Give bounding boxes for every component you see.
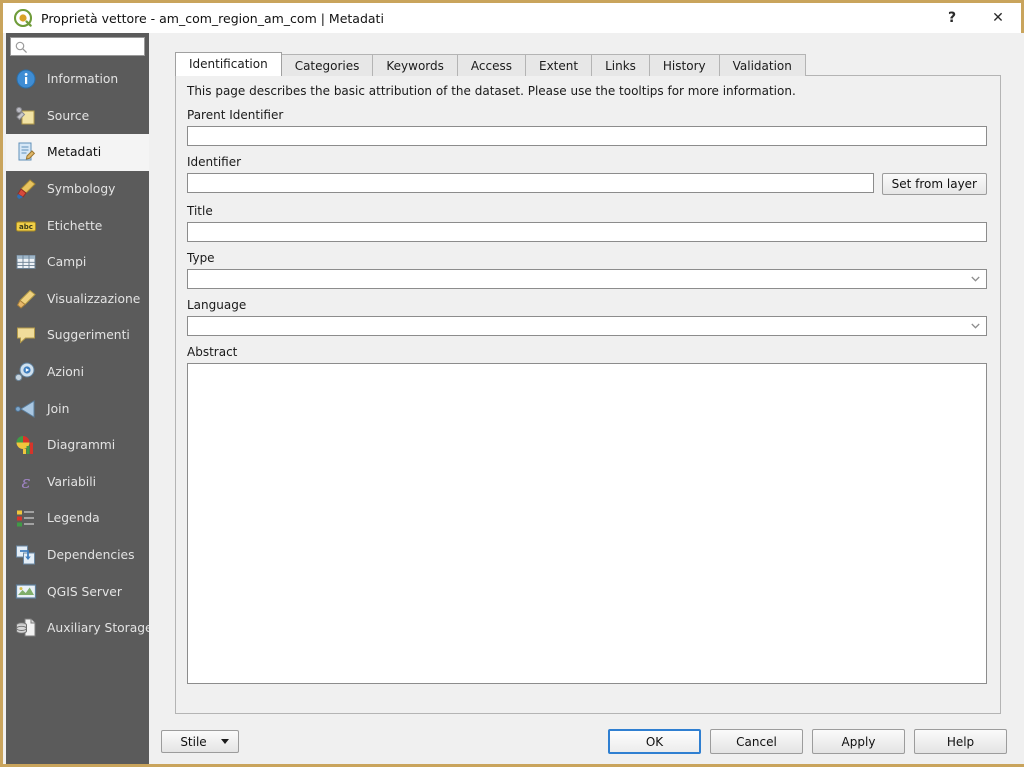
- legend-icon: [14, 506, 38, 530]
- chevron-down-icon: [971, 323, 980, 329]
- sidebar-item-label: Metadati: [47, 145, 102, 160]
- sidebar-item-label: Join: [47, 401, 70, 416]
- sidebar-item-label: Legenda: [47, 511, 100, 526]
- style-menu-label: Stile: [180, 734, 207, 749]
- qgis-logo-icon: [14, 9, 32, 27]
- tab-keywords[interactable]: Keywords: [372, 54, 458, 76]
- window-controls: ? ✕: [929, 3, 1021, 33]
- cancel-button[interactable]: Cancel: [710, 729, 803, 754]
- sidebar-item-auxiliary-storage[interactable]: Auxiliary Storage: [6, 610, 149, 647]
- search-icon: [14, 40, 28, 54]
- rendering-icon: [14, 287, 38, 311]
- sidebar-item-qgis-server[interactable]: QGIS Server: [6, 573, 149, 610]
- sidebar-item-label: Variabili: [47, 474, 97, 489]
- joins-icon: [14, 397, 38, 421]
- labels-icon: abc: [14, 214, 38, 238]
- tab-access[interactable]: Access: [456, 54, 526, 76]
- auxiliary-storage-icon: [14, 616, 38, 640]
- tab-history[interactable]: History: [648, 54, 720, 76]
- dialog-button-bar: Stile OK Cancel Apply Help: [3, 723, 1021, 764]
- parent-identifier-label: Parent Identifier: [187, 108, 284, 122]
- title-label: Title: [187, 204, 213, 218]
- sidebar-item-join[interactable]: Join: [6, 390, 149, 427]
- sidebar-item-label: Suggerimenti: [47, 328, 130, 343]
- sidebar-item-source[interactable]: Source: [6, 98, 149, 135]
- qgis-server-icon: [14, 580, 38, 604]
- sidebar-item-label: Etichette: [47, 218, 103, 233]
- dependencies-icon: [14, 543, 38, 567]
- abstract-textarea[interactable]: [187, 363, 987, 684]
- content-area: Identification Categories Keywords Acces…: [149, 33, 1024, 764]
- sidebar-item-diagrammi[interactable]: Diagrammi: [6, 427, 149, 464]
- style-menu-button[interactable]: Stile: [161, 730, 239, 753]
- source-icon: [14, 104, 38, 128]
- tab-validation[interactable]: Validation: [718, 54, 806, 76]
- tab-categories[interactable]: Categories: [280, 54, 374, 76]
- sidebar-item-metadati[interactable]: Metadati: [6, 134, 149, 171]
- sidebar-item-legenda[interactable]: Legenda: [6, 500, 149, 537]
- ok-button[interactable]: OK: [608, 729, 701, 754]
- diagrams-icon: [14, 433, 38, 457]
- search-input[interactable]: [28, 39, 149, 54]
- sidebar-search[interactable]: [10, 37, 149, 56]
- sidebar-item-label: Source: [47, 108, 90, 123]
- sidebar-item-label: Auxiliary Storage: [47, 621, 149, 636]
- abstract-label: Abstract: [187, 345, 238, 359]
- sidebar-item-etichette[interactable]: abc Etichette: [6, 207, 149, 244]
- sidebar-item-symbology[interactable]: Symbology: [6, 171, 149, 208]
- identification-panel: This page describes the basic attributio…: [175, 75, 1001, 714]
- actions-icon: [14, 360, 38, 384]
- sidebar-item-suggerimenti[interactable]: Suggerimenti: [6, 317, 149, 354]
- display-hints-icon: [14, 323, 38, 347]
- chevron-down-icon: [971, 276, 980, 282]
- parent-identifier-input[interactable]: [187, 126, 987, 146]
- titlebar-help-button[interactable]: ?: [929, 3, 975, 33]
- window-title: Proprietà vettore - am_com_region_am_com…: [41, 10, 384, 26]
- sidebar: Information Source Metadati Symbology ab…: [6, 33, 149, 764]
- language-combobox[interactable]: [187, 316, 987, 336]
- sidebar-item-label: Campi: [47, 255, 87, 270]
- caret-down-icon: [221, 739, 229, 744]
- information-icon: [14, 67, 38, 91]
- identifier-row: Set from layer: [187, 173, 987, 195]
- sidebar-item-label: Dependencies: [47, 548, 135, 563]
- sidebar-item-label: Visualizzazione: [47, 291, 141, 306]
- tab-extent[interactable]: Extent: [524, 54, 593, 76]
- sidebar-item-label: Symbology: [47, 182, 116, 197]
- metadata-tab-bar: Identification Categories Keywords Acces…: [175, 52, 806, 76]
- svg-text:abc: abc: [19, 223, 33, 231]
- sidebar-item-azioni[interactable]: Azioni: [6, 354, 149, 391]
- sidebar-item-campi[interactable]: Campi: [6, 244, 149, 281]
- metadata-icon: [14, 140, 38, 164]
- svg-text:ε: ε: [21, 473, 30, 493]
- language-label: Language: [187, 298, 247, 312]
- vector-properties-dialog: Proprietà vettore - am_com_region_am_com…: [0, 0, 1024, 767]
- sidebar-item-variabili[interactable]: ε Variabili: [6, 464, 149, 501]
- dialog-actions: OK Cancel Apply Help: [608, 729, 1007, 754]
- variables-icon: ε: [14, 470, 38, 494]
- apply-button[interactable]: Apply: [812, 729, 905, 754]
- close-icon[interactable]: ✕: [975, 3, 1021, 33]
- identifier-label: Identifier: [187, 155, 242, 169]
- identifier-input[interactable]: [187, 173, 874, 193]
- tab-identification[interactable]: Identification: [175, 52, 282, 76]
- sidebar-item-information[interactable]: Information: [6, 61, 149, 98]
- symbology-icon: [14, 177, 38, 201]
- type-label: Type: [187, 251, 215, 265]
- title-input[interactable]: [187, 222, 987, 242]
- sidebar-item-label: Diagrammi: [47, 438, 116, 453]
- sidebar-item-label: Information: [47, 72, 119, 87]
- sidebar-item-label: Azioni: [47, 365, 85, 380]
- tab-links[interactable]: Links: [591, 54, 650, 76]
- title-bar: Proprietà vettore - am_com_region_am_com…: [3, 0, 1021, 33]
- sidebar-item-label: QGIS Server: [47, 584, 122, 599]
- sidebar-item-visualizzazione[interactable]: Visualizzazione: [6, 281, 149, 318]
- fields-icon: [14, 250, 38, 274]
- set-from-layer-button[interactable]: Set from layer: [881, 173, 987, 195]
- panel-description: This page describes the basic attributio…: [187, 84, 796, 98]
- help-button[interactable]: Help: [914, 729, 1007, 754]
- type-combobox[interactable]: [187, 269, 987, 289]
- sidebar-item-dependencies[interactable]: Dependencies: [6, 537, 149, 574]
